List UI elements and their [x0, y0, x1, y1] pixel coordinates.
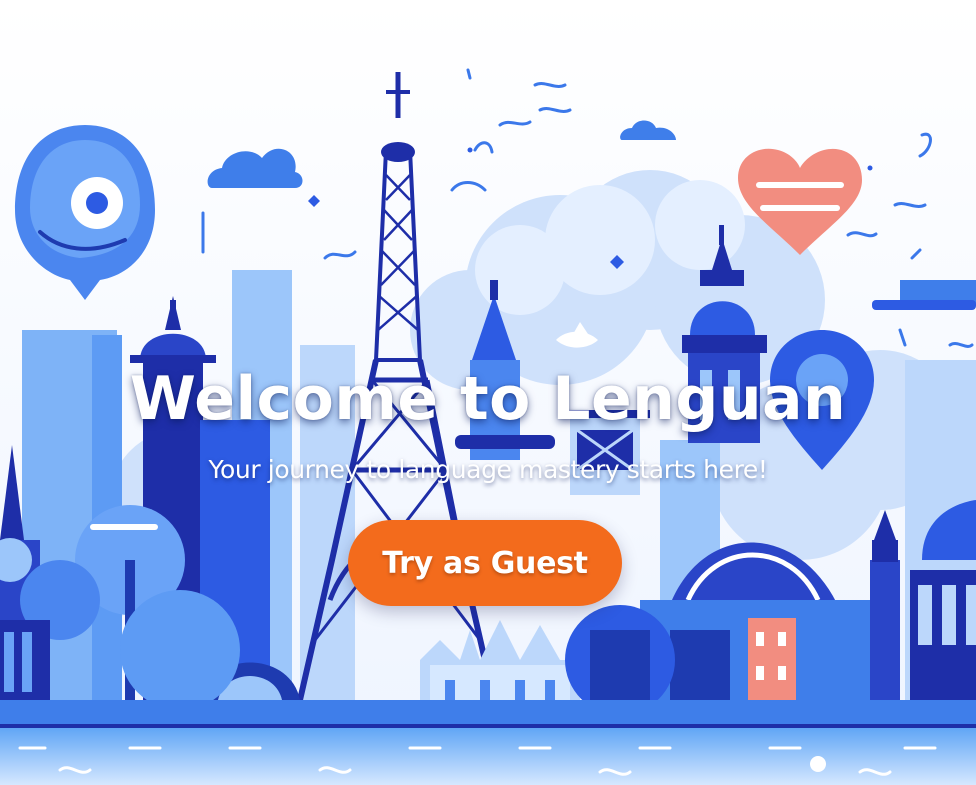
hero-content: Welcome to Lenguan Your journey to langu…	[0, 0, 976, 785]
hero-subtitle: Your journey to language mastery starts …	[208, 455, 768, 484]
hero-title: Welcome to Lenguan	[129, 364, 847, 434]
try-as-guest-button[interactable]: Try as Guest	[348, 520, 622, 606]
hero-section: Welcome to Lenguan Your journey to langu…	[0, 0, 976, 785]
